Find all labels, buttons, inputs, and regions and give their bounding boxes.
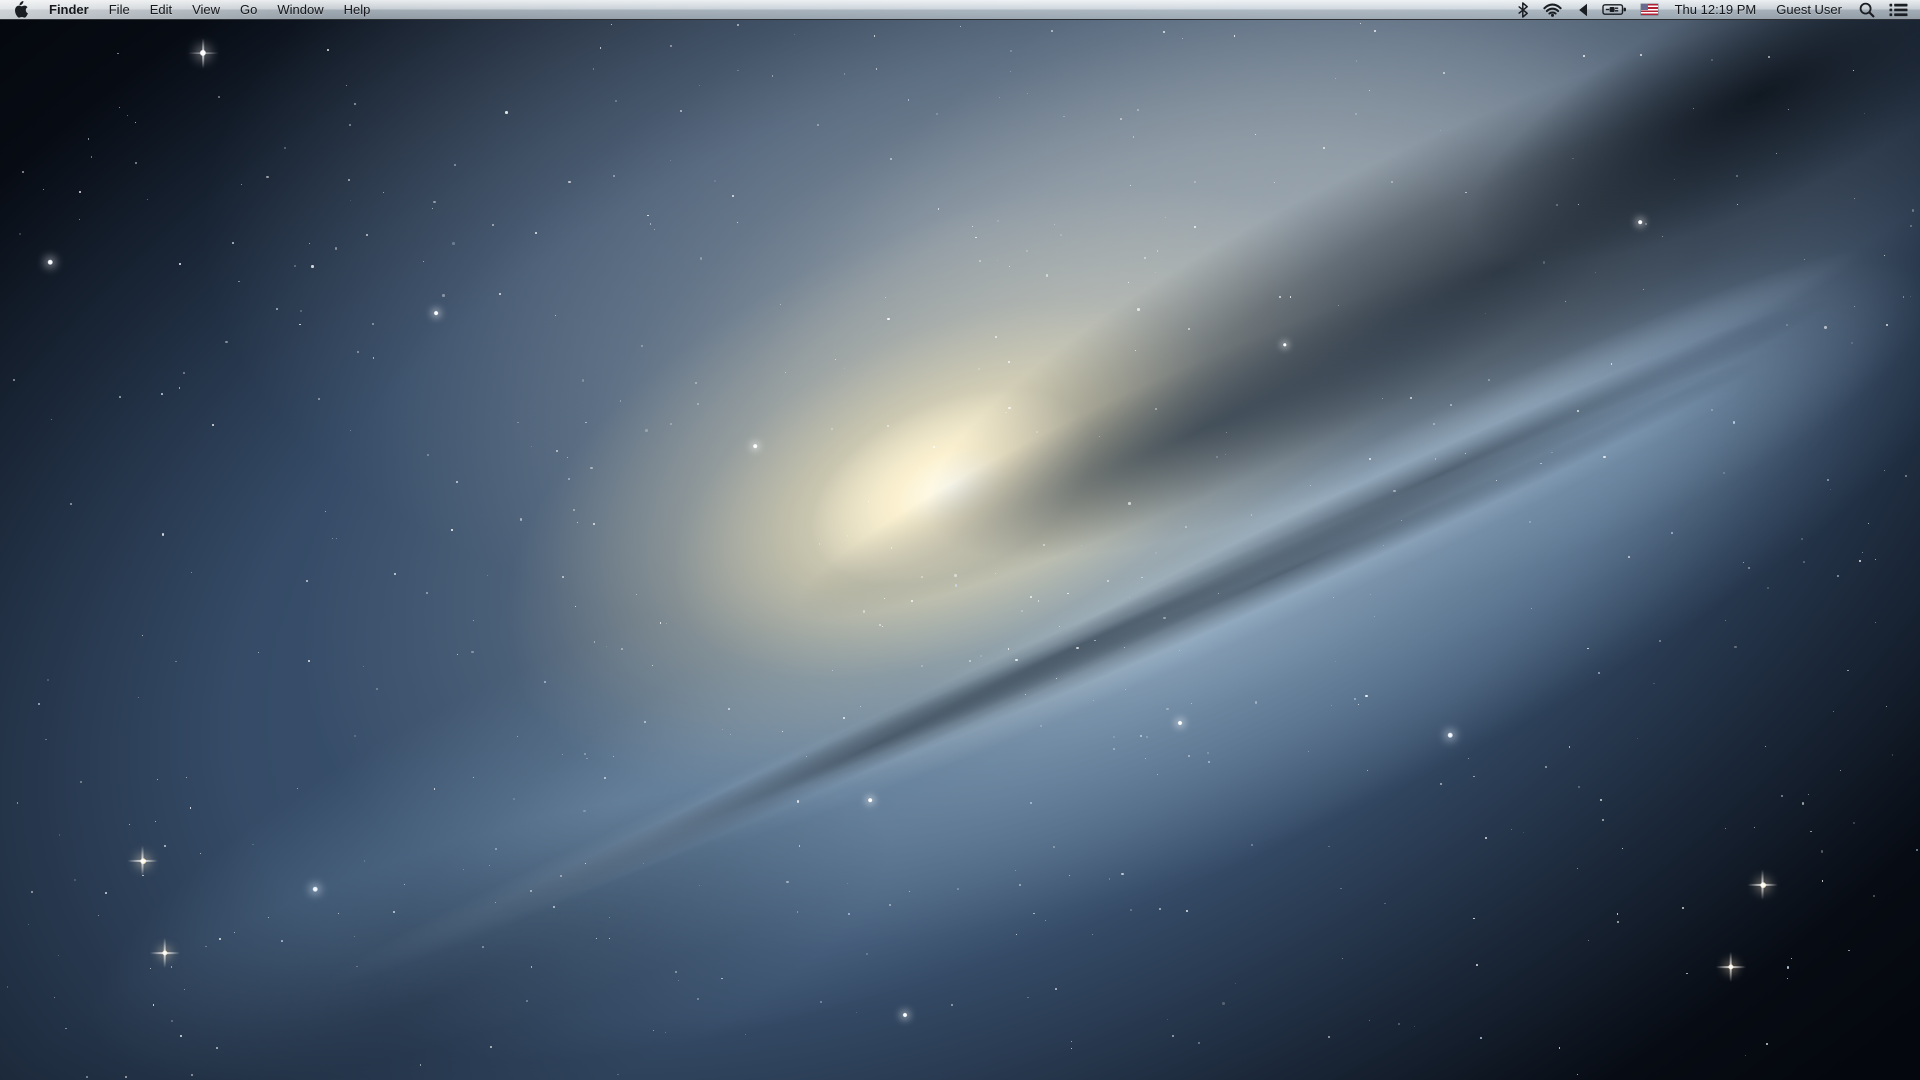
streak-dark [796, 337, 1775, 808]
streak-light [310, 576, 1199, 1010]
galaxy-halo-warm [127, 0, 1920, 1080]
menu-bar-right: Thu 12:19 PM Guest User [1510, 0, 1920, 19]
notification-center-menu[interactable] [1882, 0, 1920, 19]
menu-go[interactable]: Go [230, 0, 267, 19]
streak-light [499, 455, 1482, 935]
galaxy-band [0, 0, 1920, 1080]
menu-file[interactable]: File [99, 0, 140, 19]
volume-menu[interactable] [1569, 0, 1595, 19]
wisp-dark [0, 599, 1106, 1080]
desktop-wallpaper[interactable] [0, 0, 1920, 1080]
galaxy-halo-top [200, 0, 1700, 655]
dust-lane-bright-3 [1157, 122, 1920, 738]
volume-speaker-icon [1576, 3, 1588, 17]
dust-dark-mid [665, 133, 1735, 727]
star-field [0, 0, 1920, 1080]
notification-center-icon [1889, 3, 1908, 17]
dust-dark-corner [1343, 0, 1920, 387]
spotlight-search-icon [1859, 2, 1875, 18]
screen: Finder File Edit View Go Window Help [0, 0, 1920, 1080]
clock-menu[interactable]: Thu 12:19 PM [1665, 0, 1767, 19]
streak-dark [478, 553, 1272, 937]
bluetooth-icon [1517, 2, 1529, 18]
menu-window[interactable]: Window [267, 0, 333, 19]
bluetooth-menu[interactable] [1510, 0, 1536, 19]
us-flag-icon [1641, 4, 1658, 15]
menu-bar: Finder File Edit View Go Window Help [0, 0, 1920, 20]
spotlight-menu[interactable] [1852, 0, 1882, 19]
streak-light [881, 298, 1779, 753]
dust-lane-bright-2 [28, 420, 1213, 1080]
wifi-icon [1543, 3, 1562, 17]
apple-logo-icon [14, 1, 28, 18]
input-source-menu[interactable] [1634, 0, 1665, 19]
streak-dark [1047, 277, 1843, 667]
galaxy-halo-cool [606, 0, 1920, 892]
streak-light [692, 350, 1768, 874]
dust-lane-bright [293, 103, 1920, 1080]
dust-dark [868, 0, 1920, 661]
menu-view[interactable]: View [182, 0, 230, 19]
streak-dark [638, 433, 1523, 858]
apple-menu[interactable] [0, 0, 39, 19]
menu-bar-left: Finder File Edit View Go Window Help [0, 0, 380, 19]
galaxy-core [780, 348, 1123, 625]
galaxy-core-glow [410, 59, 1489, 920]
streak-light [1166, 226, 1875, 584]
menu-edit[interactable]: Edit [140, 0, 182, 19]
menu-help[interactable]: Help [334, 0, 381, 19]
menu-finder[interactable]: Finder [39, 0, 99, 19]
battery-menu[interactable] [1595, 0, 1634, 19]
wifi-menu[interactable] [1536, 0, 1569, 19]
battery-plugged-icon [1602, 3, 1627, 16]
user-menu[interactable]: Guest User [1766, 0, 1852, 19]
